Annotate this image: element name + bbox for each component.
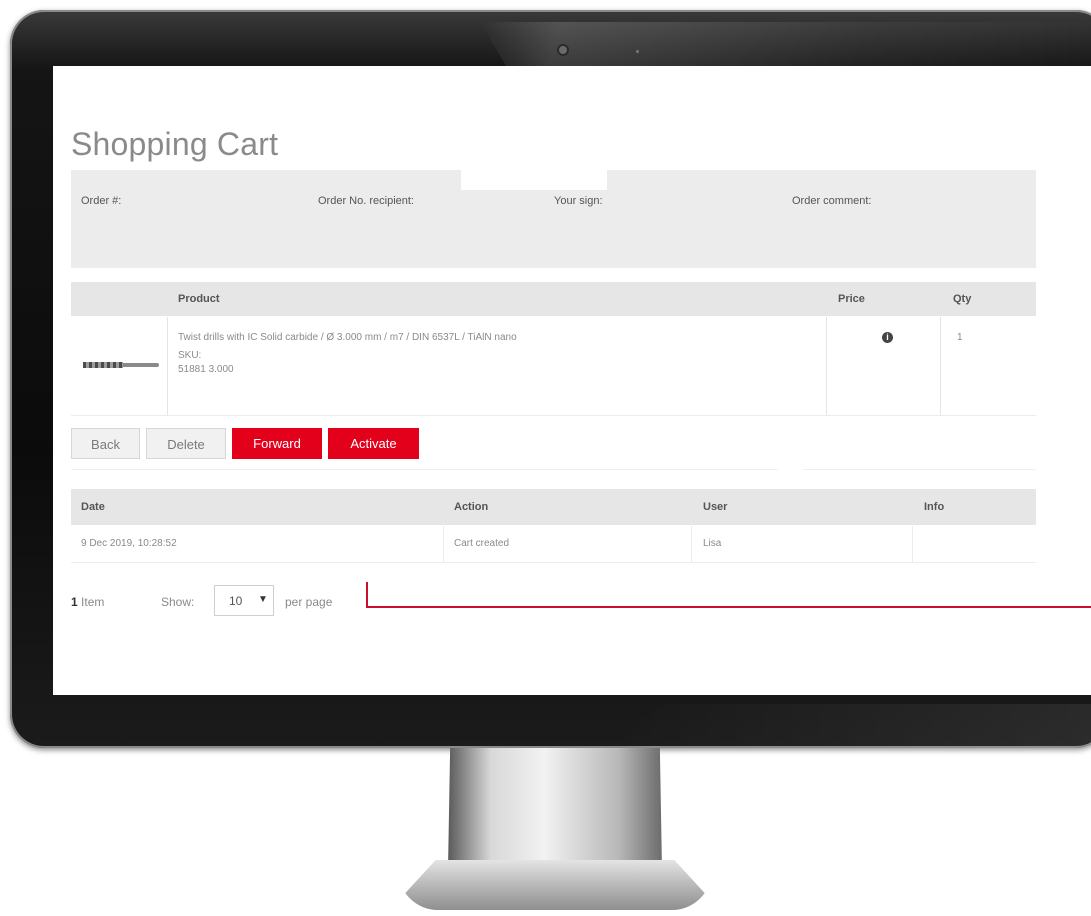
column-divider [167,317,168,415]
screen: Shopping Cart Order #: Order No. recipie… [53,66,1091,695]
qty-column-header: Qty [953,293,972,305]
activate-button[interactable]: Activate [328,428,419,459]
monitor-chin [610,704,1091,752]
dropdown-arrow-icon: ▼ [258,594,268,605]
column-divider [443,526,444,562]
item-count: 1 Item [71,595,104,609]
callout-line [366,606,1091,608]
divider [71,469,1036,470]
monitor-stand-base [398,860,712,910]
your-sign-label: Your sign: [554,195,603,207]
info-column-header: Info [924,501,945,513]
column-divider [826,317,827,415]
back-button[interactable]: Back [71,428,140,459]
product-row: Twist drills with IC Solid carbide / Ø 3… [71,317,1036,416]
history-user: Lisa [703,538,722,549]
history-date: 9 Dec 2019, 10:28:52 [81,538,177,549]
order-number-label: Order #: [81,195,122,207]
monitor-stand-neck [448,748,662,870]
sku-label: SKU: [178,350,202,361]
history-row: 9 Dec 2019, 10:28:52 Cart created Lisa [71,526,1036,563]
user-column-header: User [703,501,728,513]
product-image[interactable] [83,362,159,368]
item-count-suffix: Item [81,595,105,609]
price-column-header: Price [838,293,865,305]
per-page-value: 10 [229,594,243,608]
show-label: Show: [161,595,195,609]
history-table-header: Date Action User Info [71,489,1036,525]
order-recipient-label: Order No. recipient: [318,195,414,207]
sensor-dot [636,50,639,53]
order-comment-label: Order comment: [792,195,872,207]
info-icon[interactable]: i [882,332,893,343]
forward-button[interactable]: Forward [232,428,322,459]
per-page-select[interactable]: 10 ▼ [214,585,274,616]
webcam-icon [559,46,567,54]
product-table-header: Product Price Qty [71,282,1036,316]
column-divider [940,317,941,415]
per-page-label: per page [285,595,333,609]
item-count-number: 1 [71,595,78,609]
product-column-header: Product [178,293,220,305]
column-divider [691,526,692,562]
history-action: Cart created [454,538,510,549]
date-column-header: Date [81,501,105,513]
product-description[interactable]: Twist drills with IC Solid carbide / Ø 3… [178,332,517,343]
sku-value: 51881 3.000 [178,364,234,375]
column-divider [912,526,913,562]
redaction-box [461,166,607,190]
page-title: Shopping Cart [71,126,279,162]
action-column-header: Action [454,501,489,513]
callout-line [366,582,368,608]
delete-button[interactable]: Delete [146,428,226,459]
qty-value: 1 [957,332,963,343]
